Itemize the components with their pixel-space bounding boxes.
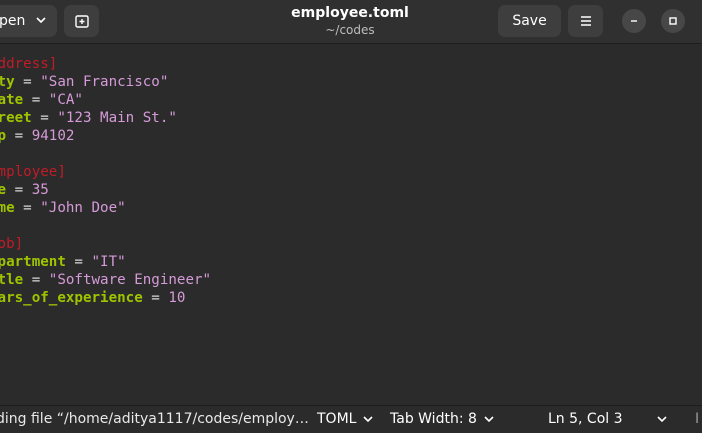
toml-equals: =	[6, 128, 32, 144]
title-area: employee.toml ~/codes	[250, 4, 450, 38]
hamburger-menu-icon	[580, 16, 591, 26]
code-line: ame = "John Doe"	[0, 199, 126, 217]
code-line: ity = "San Francisco"	[0, 73, 168, 91]
toml-string-value: "San Francisco"	[40, 74, 169, 90]
toml-number-value: 10	[168, 290, 186, 306]
insert-mode-indicator: I	[695, 411, 700, 427]
status-bar: ding file “/home/aditya1117/codes/employ…	[0, 405, 702, 433]
code-line: tate = "CA"	[0, 91, 83, 109]
chevron-down-icon	[363, 416, 374, 423]
toml-table-header: employee]	[0, 164, 66, 180]
cursor-position[interactable]: Ln 5, Col 3	[548, 411, 623, 427]
toml-key: ity	[0, 74, 15, 90]
toml-equals: =	[14, 200, 41, 216]
tab-width-label: Tab Width: 8	[390, 411, 477, 427]
window-title: employee.toml	[291, 5, 409, 21]
toml-string-value: "IT"	[91, 254, 126, 270]
toml-string-value: "Software Engineer"	[48, 272, 212, 288]
header-bar: pen employee.toml ~/codes Save	[0, 0, 702, 44]
toml-string-value: "123 Main St."	[57, 110, 177, 126]
save-button[interactable]: Save	[498, 5, 561, 37]
open-button[interactable]: pen	[0, 5, 57, 37]
toml-key: treet	[0, 110, 32, 126]
toml-equals: =	[65, 254, 92, 270]
text-editor[interactable]: address]ity = "San Francisco"tate = "CA"…	[0, 45, 702, 405]
toml-key: tate	[0, 92, 24, 108]
main-menu-button[interactable]	[568, 5, 603, 37]
cursor-position-label: Ln 5, Col 3	[548, 411, 623, 427]
tab-width-selector[interactable]: Tab Width: 8	[390, 411, 495, 427]
toml-number-value: 35	[31, 182, 49, 198]
editor-window: pen employee.toml ~/codes Save ddress] t…	[0, 0, 702, 433]
minimize-button[interactable]	[622, 9, 646, 33]
new-tab-icon	[74, 15, 89, 28]
toml-equals: =	[23, 272, 49, 288]
language-label: TOML	[317, 411, 357, 427]
code-line: itle = "Software Engineer"	[0, 271, 211, 289]
toml-equals: =	[23, 92, 49, 108]
language-selector[interactable]: TOML	[317, 411, 374, 427]
toml-equals: =	[142, 290, 169, 306]
code-line: job]	[0, 235, 23, 253]
new-tab-button[interactable]	[64, 5, 99, 37]
toml-equals: =	[6, 182, 32, 198]
toml-key: ears_of_experience	[0, 290, 143, 306]
chevron-down-icon	[484, 416, 494, 423]
toml-string-value: "John Doe"	[40, 200, 126, 216]
open-button-label: pen	[0, 13, 26, 29]
chevron-down-icon[interactable]	[656, 411, 668, 427]
code-line: ears_of_experience = 10	[0, 289, 185, 307]
maximize-icon	[669, 17, 677, 25]
status-message: ding file “/home/aditya1117/codes/employ…	[0, 411, 309, 427]
chevron-down-icon	[36, 17, 46, 24]
window-subtitle: ~/codes	[325, 23, 375, 37]
code-line: treet = "123 Main St."	[0, 109, 177, 127]
code-line: epartment = "IT"	[0, 253, 126, 271]
minimize-icon	[631, 20, 637, 22]
toml-equals: =	[14, 74, 41, 90]
toml-key: epartment	[0, 254, 66, 270]
toml-key: ame	[0, 200, 15, 216]
toml-number-value: 94102	[31, 128, 75, 144]
maximize-button[interactable]	[661, 9, 685, 33]
code-line: employee]	[0, 163, 66, 181]
code-line: address]	[0, 55, 57, 73]
toml-key: itle	[0, 272, 24, 288]
toml-table-header: address]	[0, 56, 58, 72]
code-line: ip = 94102	[0, 127, 74, 145]
toml-string-value: "CA"	[48, 92, 83, 108]
toml-equals: =	[31, 110, 58, 126]
code-line: ge = 35	[0, 181, 49, 199]
toml-table-header: job]	[0, 236, 24, 252]
